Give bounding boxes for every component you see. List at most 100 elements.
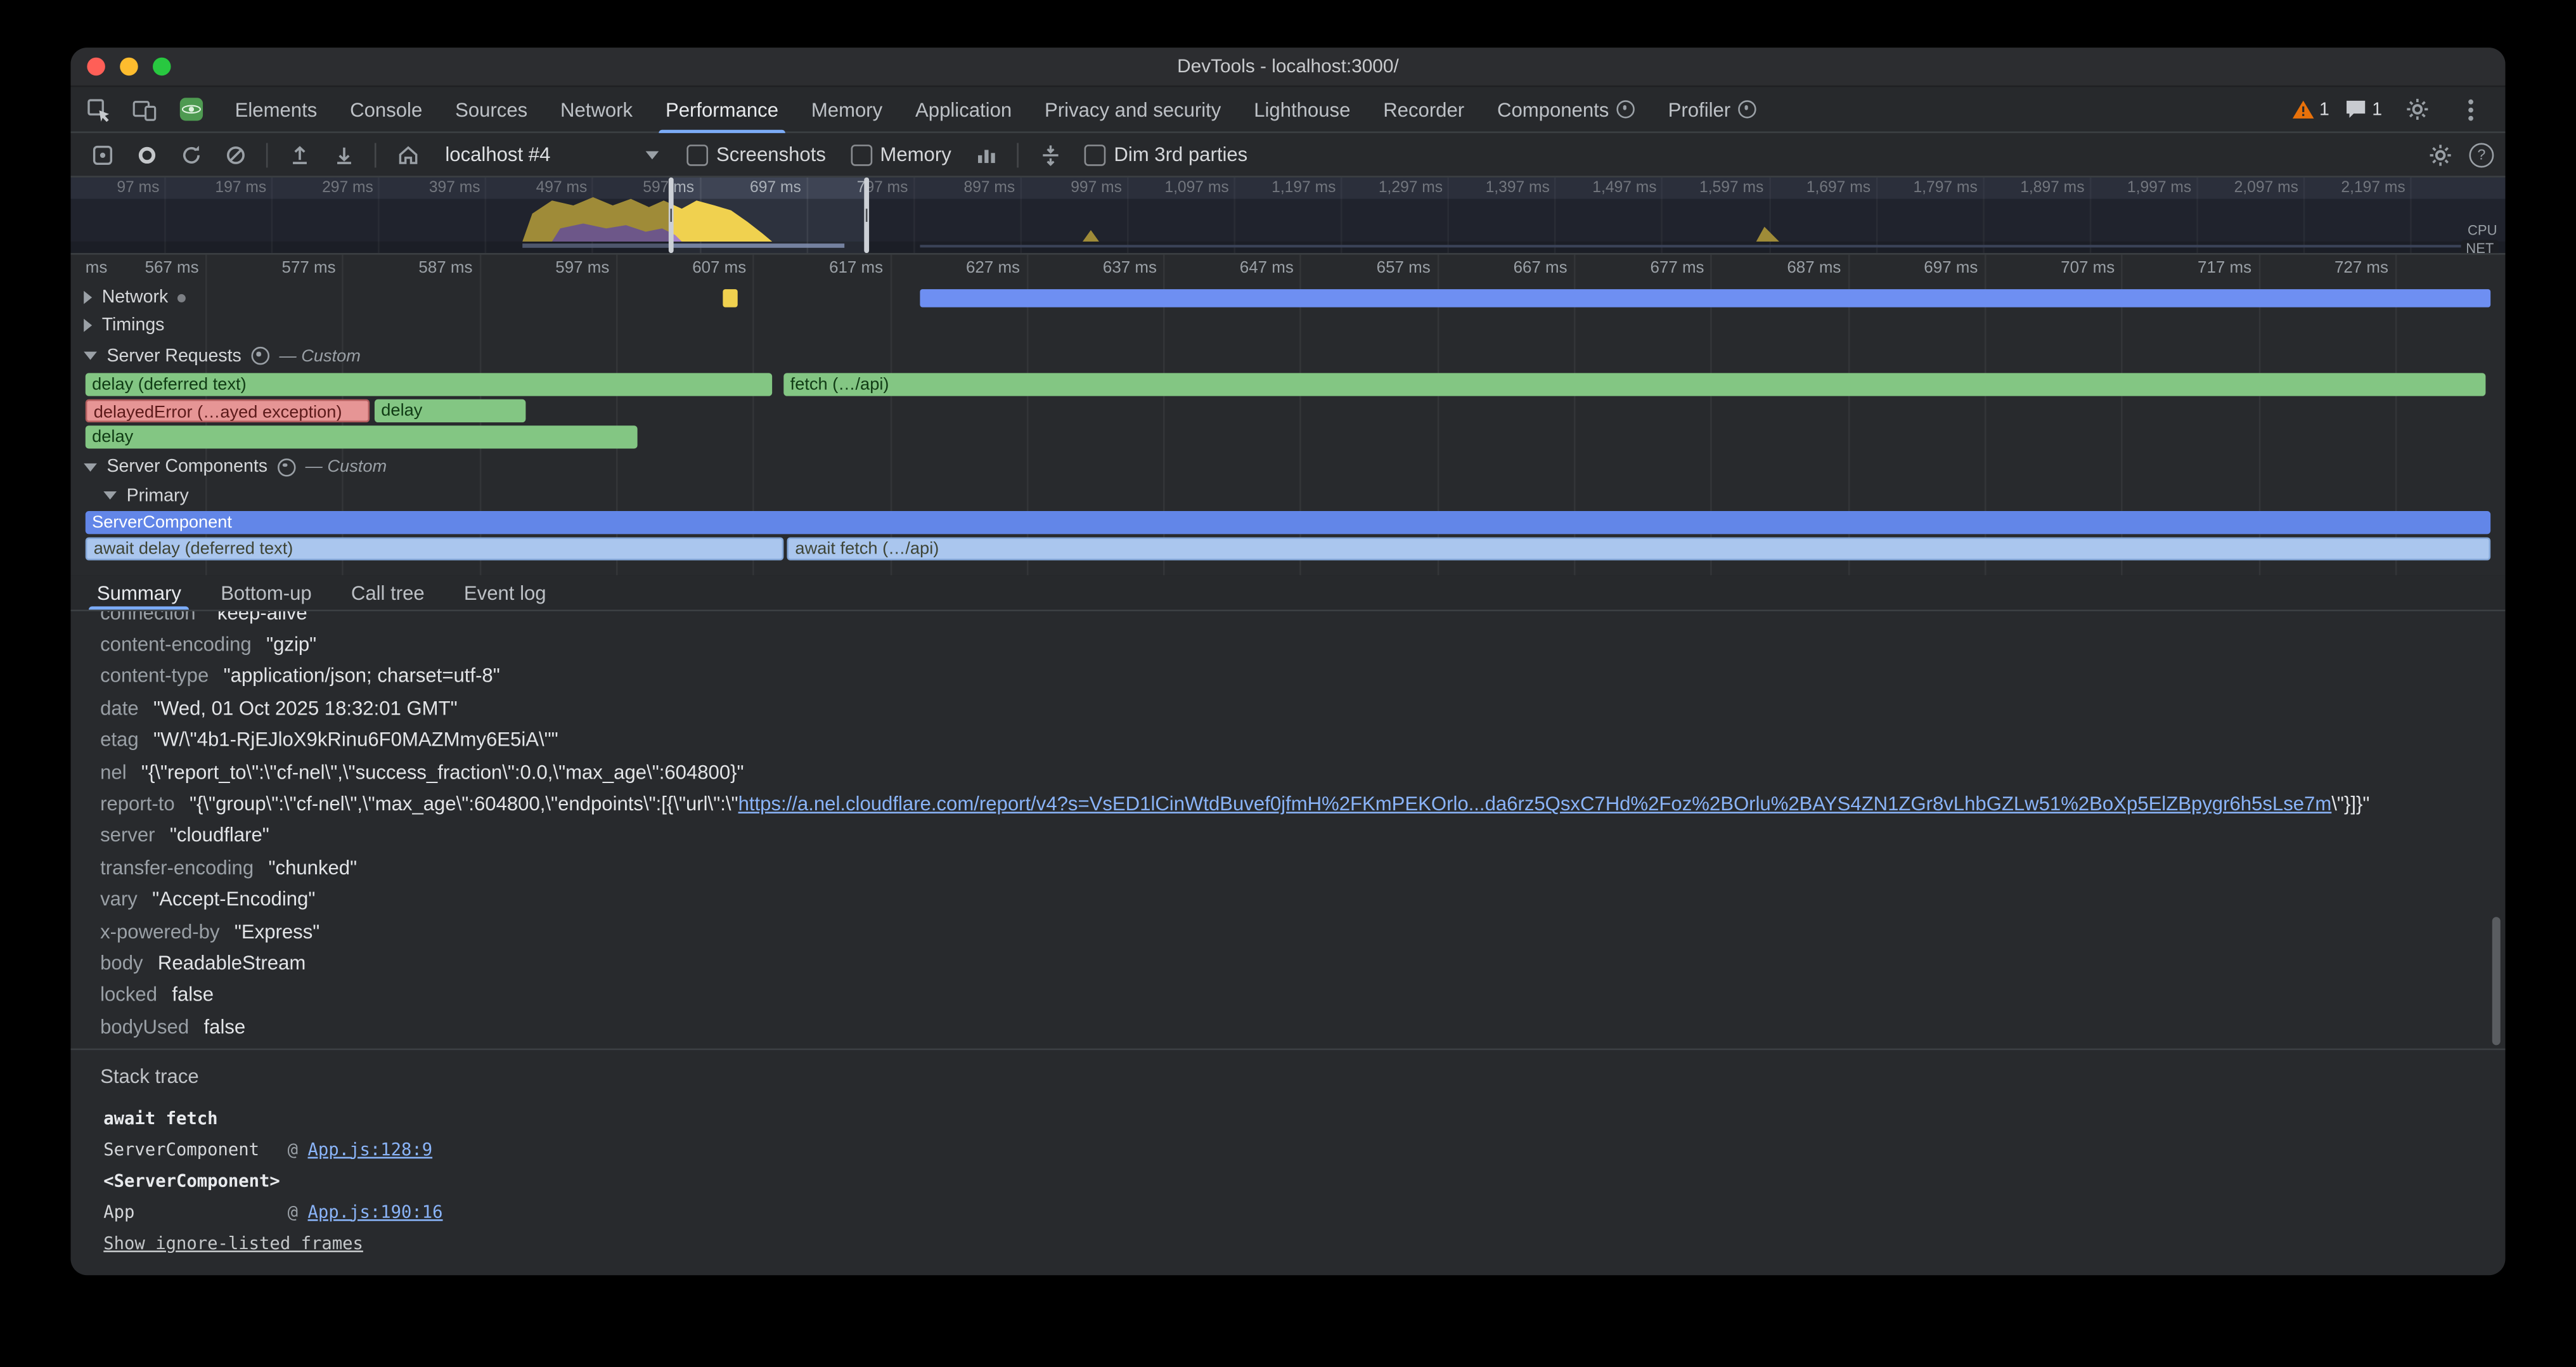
show-ignore-listed-link[interactable]: Show ignore-listed frames [103,1234,363,1254]
history-select[interactable]: localhost #4 [432,143,672,165]
header-row: x-powered-by"Express" [70,915,2505,947]
header-row: bodyReadableStream [70,947,2505,979]
custom-track-badge-icon [251,347,269,365]
tab-privacy-and-security[interactable]: Privacy and security [1028,87,1237,131]
collapse-arrow-icon[interactable] [84,463,97,471]
tab-network[interactable]: Network [544,87,649,131]
tab-profiler[interactable]: Profiler [1652,87,1774,131]
header-row: nel"{\"report_to\":\"cf-nel\",\"success_… [70,756,2505,787]
tab-performance[interactable]: Performance [649,87,795,131]
perf-entry-delayed-error[interactable]: delayedError (…ayed exception) [86,399,370,422]
statistics-icon[interactable] [966,136,1005,172]
header-name: date [100,697,139,720]
capture-settings-gear-icon[interactable] [2420,136,2459,172]
header-value: "cloudflare" [170,824,269,847]
dim-third-parties-checkbox[interactable] [1085,144,1106,165]
stack-frame-header: await fetch [100,1103,2505,1134]
tab-components[interactable]: Components [1481,87,1652,131]
toolbar-separator [375,142,377,167]
warnings-badge[interactable]: 1 [2291,99,2329,120]
screenshots-checkbox[interactable] [686,144,708,165]
timeline-overview[interactable]: 97 ms197 ms297 ms397 ms497 ms597 ms697 m… [70,178,2505,255]
server-components-row-1: ServerComponent [70,509,2505,535]
header-value: "Accept-Encoding" [152,888,315,910]
history-sidebar-button[interactable] [82,136,122,172]
header-row: date"Wed, 01 Oct 2025 18:32:01 GMT" [70,692,2505,724]
header-name: content-type [100,664,209,687]
ruler-tick-label: 717 ms [2198,260,2251,278]
network-request-bar[interactable] [920,288,2490,307]
frame-at: @ [288,1139,298,1159]
messages-badge[interactable]: 1 [2344,99,2382,120]
track-subgroup-primary[interactable]: Primary [70,481,2505,509]
window-title: DevTools - localhost:3000/ [1177,56,1399,76]
tab-recorder[interactable]: Recorder [1367,87,1481,131]
inspect-element-icon[interactable] [79,91,118,127]
tab-event-log[interactable]: Event log [444,575,566,609]
tab-summary[interactable]: Summary [77,575,201,609]
header-row: lockedfalse [70,979,2505,1011]
record-button[interactable] [127,136,166,172]
zoom-window-button[interactable] [153,58,171,76]
window-left-handle[interactable] [669,178,674,253]
perf-entry-fetch-api[interactable]: fetch (…/api) [783,373,2485,396]
live-metrics-home-button[interactable] [388,136,427,172]
track-group-server-components[interactable]: Server Components — Custom [70,452,2505,482]
scrollbar-thumb[interactable] [2492,917,2501,1045]
header-name: body [100,952,143,975]
header-name: connection [100,611,195,624]
help-icon[interactable] [2469,142,2494,167]
header-value: "chunked" [268,856,357,879]
collapse-arrow-icon[interactable] [84,352,97,360]
window-right-handle[interactable] [864,178,869,253]
clear-recording-button[interactable] [216,136,255,172]
track-group-server-requests[interactable]: Server Requests — Custom [70,340,2505,372]
overview-dim-left [70,178,672,253]
tab-call-tree[interactable]: Call tree [332,575,444,609]
more-options-icon[interactable] [2451,91,2490,127]
report-url-link[interactable]: https://a.nel.cloudflare.com/report/v4?s… [738,792,2332,815]
ruler-tick-label: 637 ms [1103,260,1157,278]
ruler-tick-label: 657 ms [1377,260,1431,278]
track-config-dot-icon[interactable] [178,294,186,302]
tab-bottom-up[interactable]: Bottom-up [201,575,332,609]
perf-entry-await-delay[interactable]: await delay (deferred text) [86,538,784,560]
header-value: "application/json; charset=utf-8" [224,664,500,687]
collapse-tracks-icon[interactable] [1030,136,1069,172]
tab-sources[interactable]: Sources [439,87,544,131]
save-profile-button[interactable] [324,136,363,172]
server-requests-row-3: delay [70,424,2505,452]
performance-toolbar: localhost #4 Screenshots Memory Dim 3rd … [70,133,2505,178]
tab-memory[interactable]: Memory [795,87,899,131]
perf-entry-server-component[interactable]: ServerComponent [86,511,2490,534]
memory-checkbox[interactable] [851,144,872,165]
tab-lighthouse[interactable]: Lighthouse [1237,87,1367,131]
header-row: report-to"{\"group\":\"cf-nel\",\"max_ag… [70,787,2505,819]
load-profile-button[interactable] [280,136,319,172]
close-window-button[interactable] [87,58,105,76]
source-location-link[interactable]: App.js:190:16 [308,1202,443,1222]
perf-entry-await-fetch[interactable]: await fetch (…/api) [787,538,2490,560]
network-request-block[interactable] [723,288,737,307]
source-location-link[interactable]: App.js:128:9 [308,1139,433,1159]
reload-and-record-button[interactable] [171,136,210,172]
perf-entry-delay[interactable]: delay [86,425,638,448]
device-toolbar-icon[interactable] [125,91,164,127]
ruler-tick-label: 707 ms [2061,260,2115,278]
collapse-arrow-icon[interactable] [103,491,117,500]
tab-console[interactable]: Console [333,87,439,131]
header-row: bodyUsedfalse [70,1011,2505,1042]
ruler-tick-label: 677 ms [1651,260,1704,278]
expand-arrow-icon[interactable] [84,319,92,332]
react-devtools-icon[interactable] [171,91,210,127]
tab-elements[interactable]: Elements [219,87,334,131]
stack-frame-header: <ServerComponent> [100,1165,2505,1196]
track-timings-label[interactable]: Timings [102,316,165,335]
track-network-label[interactable]: Network [102,288,169,308]
tab-application[interactable]: Application [899,87,1028,131]
settings-gear-icon[interactable] [2397,91,2436,127]
expand-arrow-icon[interactable] [84,291,92,304]
perf-entry-delay[interactable]: delay [375,399,525,422]
minimize-window-button[interactable] [120,58,138,76]
perf-entry-delay-deferred[interactable]: delay (deferred text) [86,373,772,396]
